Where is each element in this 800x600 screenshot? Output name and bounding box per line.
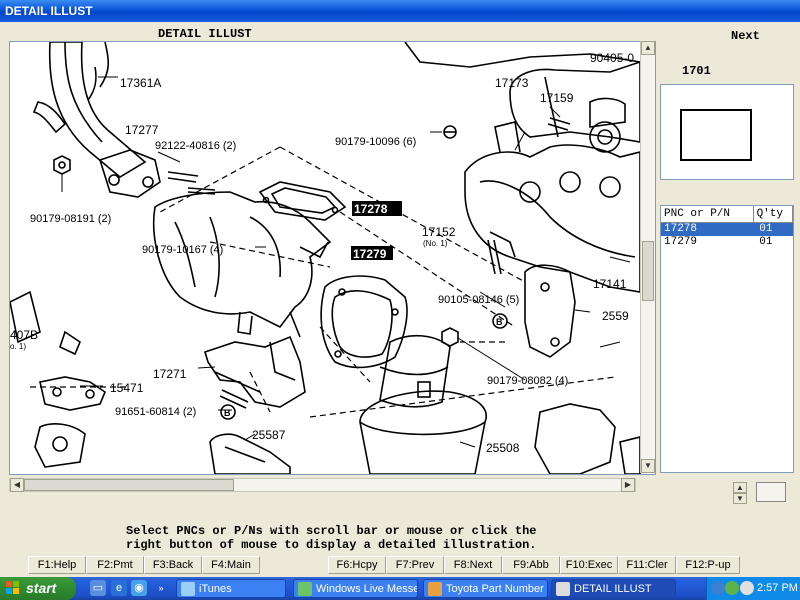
page-spinner[interactable]: ▲ ▼ <box>733 482 747 504</box>
diagram-label[interactable]: 17152 <box>422 225 456 239</box>
diagram-label[interactable]: 407B <box>10 328 38 342</box>
volume-icon[interactable] <box>740 581 754 595</box>
internet-explorer-icon[interactable]: e <box>111 580 127 596</box>
f6-hcpy-button[interactable]: F6:Hcpy <box>328 556 386 574</box>
scroll-down-button[interactable]: ▼ <box>641 459 655 473</box>
diagram-label[interactable]: 17277 <box>125 123 159 137</box>
f9-abb-button[interactable]: F9:Abb <box>502 556 560 574</box>
taskbar-item-messenger[interactable]: Windows Live Messen... <box>293 579 418 598</box>
windows-logo-icon <box>6 581 19 594</box>
application-window-icon <box>556 582 570 596</box>
spinner-down-button[interactable]: ▼ <box>733 493 747 504</box>
quick-launch-expand-icon[interactable]: » <box>153 580 169 596</box>
show-desktop-icon[interactable]: ▭ <box>90 580 106 596</box>
f7-prev-button[interactable]: F7:Prev <box>386 556 444 574</box>
system-tray: 2:57 PM <box>706 577 800 600</box>
f4-main-button[interactable]: F4:Main <box>202 556 260 574</box>
diagram-label[interactable]: 90179-08082 (4) <box>487 375 568 387</box>
diagram-label[interactable]: 17159 <box>540 91 574 105</box>
diagram-ref-b: B <box>224 408 231 418</box>
taskbar: start ▭ e ◉ » iTunes Windows Live Messen… <box>0 577 800 600</box>
diagram-label[interactable]: 90105-08146 (5) <box>438 294 519 306</box>
instructions-line-2: right button of mouse to display a detai… <box>126 538 537 552</box>
window-title: DETAIL ILLUST <box>5 4 93 18</box>
diagram-label[interactable]: 17361A <box>120 76 161 90</box>
illustration-vertical-scrollbar[interactable]: ▲ ▼ <box>640 41 655 473</box>
f1-help-button[interactable]: F1:Help <box>28 556 86 574</box>
parts-list-header: PNC or P/N Q'ty <box>661 206 793 223</box>
diagram-label[interactable]: 91651-60814 (2) <box>115 406 196 418</box>
parts-list-row[interactable]: 17279 01 <box>661 236 793 249</box>
f8-next-button[interactable]: F8:Next <box>444 556 502 574</box>
diagram-label[interactable]: (No. 1) <box>423 239 448 248</box>
column-header-pnc: PNC or P/N <box>661 206 754 222</box>
diagram-label[interactable]: o. 1) <box>10 342 26 351</box>
diagram-label[interactable]: 17271 <box>153 367 187 381</box>
f10-exec-button[interactable]: F10:Exec <box>560 556 618 574</box>
column-header-qty: Q'ty <box>754 206 793 222</box>
overview-thumbnail[interactable] <box>660 84 794 180</box>
taskbar-item-itunes[interactable]: iTunes <box>176 579 286 598</box>
scroll-left-button[interactable]: ◀ <box>10 478 24 492</box>
spinner-value-box[interactable] <box>756 482 786 502</box>
diagram-label[interactable]: 15471 <box>110 381 144 395</box>
viewport-rectangle[interactable] <box>680 109 752 161</box>
taskbar-item-detail-illust[interactable]: DETAIL ILLUST <box>551 579 676 598</box>
tray-back-icon[interactable] <box>711 581 725 595</box>
diagram-label[interactable]: 90405-0 <box>590 51 634 65</box>
illustration-viewer[interactable]: 90405-0 17361A 17173 17159 17277 92122-4… <box>9 41 656 475</box>
diagram-label[interactable]: 17141 <box>593 277 627 291</box>
diagram-label[interactable]: 17173 <box>495 76 529 90</box>
diagram-label[interactable]: 90179-10167 (4) <box>142 244 223 256</box>
row-qty: 01 <box>759 223 773 235</box>
row-qty: 01 <box>759 236 773 248</box>
instructions-text: Select PNCs or P/Ns with scroll bar or m… <box>126 524 536 552</box>
window-titlebar[interactable]: DETAIL ILLUST <box>0 0 800 22</box>
f3-back-button[interactable]: F3:Back <box>144 556 202 574</box>
start-label: start <box>26 580 57 596</box>
start-button[interactable]: start <box>0 577 76 600</box>
diagram-label[interactable]: 2559 <box>602 309 629 323</box>
parts-list-row[interactable]: 17278 01 <box>661 223 793 236</box>
instructions-line-1: Select PNCs or P/Ns with scroll bar or m… <box>126 524 537 538</box>
illustration-caption: DETAIL ILLUST <box>158 27 252 41</box>
next-label: Next <box>731 29 760 43</box>
messenger-tray-icon[interactable] <box>725 581 739 595</box>
diagram-label-highlighted[interactable]: 17279 <box>353 247 387 261</box>
diagram-label[interactable]: 90179-08191 (2) <box>30 213 111 225</box>
messenger-icon <box>298 582 312 596</box>
diagram-label[interactable]: 92122-40816 (2) <box>155 140 236 152</box>
vertical-scroll-thumb[interactable] <box>642 241 654 301</box>
row-pnc: 17278 <box>664 223 698 235</box>
scroll-right-button[interactable]: ▶ <box>621 478 635 492</box>
scroll-up-button[interactable]: ▲ <box>641 41 655 55</box>
parts-diagram[interactable]: 90405-0 17361A 17173 17159 17277 92122-4… <box>10 42 655 474</box>
diagram-label[interactable]: 25508 <box>486 441 520 455</box>
page-number: 1701 <box>682 64 711 78</box>
itunes-icon <box>181 582 195 596</box>
illustration-horizontal-scrollbar[interactable]: ◀ ▶ <box>9 478 636 492</box>
row-pnc: 17279 <box>664 236 698 248</box>
f2-pmt-button[interactable]: F2:Pmt <box>86 556 144 574</box>
taskbar-item-toyota-part-number[interactable]: Toyota Part Number ... <box>423 579 548 598</box>
diagram-label[interactable]: 90179-10096 (6) <box>335 136 416 148</box>
parts-list[interactable]: PNC or P/N Q'ty 17278 01 17279 01 <box>660 205 794 473</box>
f12-popup-button[interactable]: F12:P-up <box>676 556 740 574</box>
media-player-icon[interactable]: ◉ <box>131 580 147 596</box>
horizontal-scroll-thumb[interactable] <box>24 479 234 491</box>
browser-icon <box>428 582 442 596</box>
spinner-up-button[interactable]: ▲ <box>733 482 747 493</box>
diagram-label[interactable]: 25587 <box>252 428 286 442</box>
diagram-ref-b: B <box>496 317 503 327</box>
diagram-label-highlighted[interactable]: 17278 <box>354 202 388 216</box>
clock[interactable]: 2:57 PM <box>757 582 798 594</box>
f11-cler-button[interactable]: F11:Cler <box>618 556 676 574</box>
function-key-bar: F1:Help F2:Pmt F3:Back F4:Main F6:Hcpy F… <box>0 556 800 575</box>
